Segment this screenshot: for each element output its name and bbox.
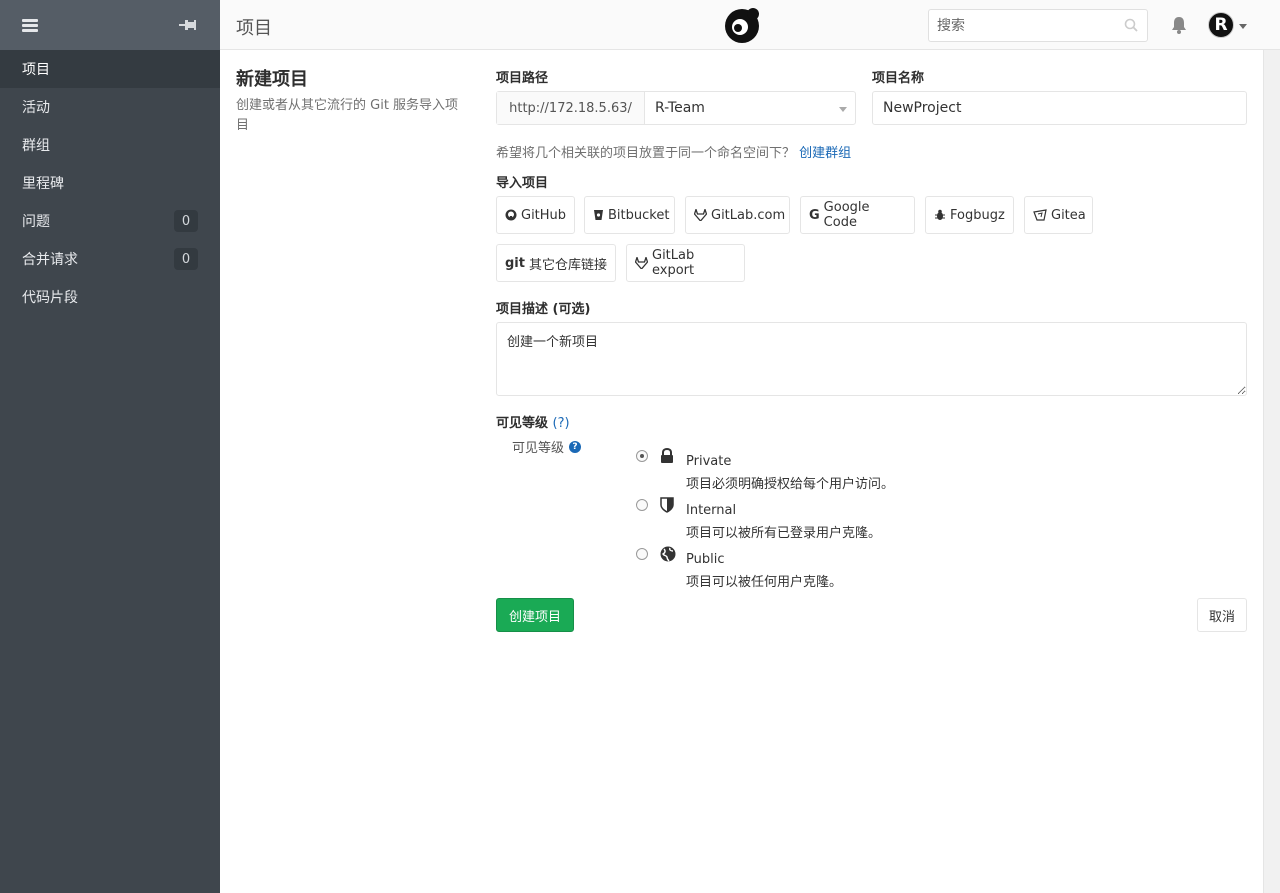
- sidebar-item-snippets[interactable]: 代码片段: [0, 278, 220, 316]
- gitlab-icon: [694, 209, 707, 221]
- import-project-label: 导入项目: [496, 176, 549, 191]
- sidebar-item-projects[interactable]: 项目: [0, 50, 220, 88]
- cancel-button[interactable]: 取消: [1197, 598, 1247, 632]
- sidebar-nav: 项目 活动 群组 里程碑 问题 0 合并请求 0 代码片段: [0, 50, 220, 316]
- create-group-link[interactable]: 创建群组: [799, 146, 851, 161]
- question-circle-icon[interactable]: ?: [569, 440, 582, 453]
- gitlab-icon: [635, 257, 648, 269]
- git-prefix-label: git: [505, 255, 525, 271]
- google-icon: G: [809, 207, 820, 223]
- public-title: Public: [686, 552, 725, 567]
- sidebar-item-label: 问题: [22, 214, 50, 230]
- hint-text: 希望将几个相关联的项目放置于同一个命名空间下？: [496, 146, 796, 161]
- sidebar-item-label: 项目: [22, 62, 50, 78]
- sidebar-item-milestones[interactable]: 里程碑: [0, 164, 220, 202]
- sidebar-item-issues[interactable]: 问题 0: [0, 202, 220, 240]
- sidebar-item-label: 合并请求: [22, 252, 78, 268]
- sidebar-item-activity[interactable]: 活动: [0, 88, 220, 126]
- chevron-down-icon[interactable]: [1239, 24, 1247, 29]
- project-path-group: http://172.18.5.63/ R-Team: [496, 91, 856, 125]
- globe-icon: [660, 546, 676, 566]
- import-gitea-label: Gitea: [1051, 207, 1086, 223]
- search-icon[interactable]: [1124, 18, 1138, 36]
- import-fogbugz-button[interactable]: Fogbugz: [925, 196, 1014, 234]
- sidebar-item-label: 群组: [22, 138, 50, 154]
- import-repo-url-button[interactable]: git 其它仓库链接: [496, 244, 616, 282]
- visibility-label-text: 可见等级: [496, 416, 549, 431]
- public-description: 项目可以被任何用户克隆。: [686, 575, 843, 590]
- create-project-button[interactable]: 创建项目: [496, 598, 574, 632]
- sidebar-item-groups[interactable]: 群组: [0, 126, 220, 164]
- namespace-select[interactable]: R-Team: [645, 92, 855, 124]
- project-name-label: 项目名称: [872, 71, 925, 86]
- sidebar-item-label: 代码片段: [22, 290, 78, 306]
- import-gitlab-com-button[interactable]: GitLab.com: [685, 196, 790, 234]
- sidebar-item-merge-requests[interactable]: 合并请求 0: [0, 240, 220, 278]
- project-name-input[interactable]: [872, 91, 1247, 125]
- project-description-label: 项目描述 (可选): [496, 302, 591, 317]
- logo-icon[interactable]: [723, 6, 761, 44]
- import-gitlab-com-label: GitLab.com: [711, 207, 786, 223]
- issues-count-badge: 0: [174, 210, 198, 232]
- import-gitea-button[interactable]: Gitea: [1024, 196, 1093, 234]
- internal-title: Internal: [686, 503, 737, 518]
- page-title: 新建项目: [236, 69, 308, 90]
- import-bitbucket-label: Bitbucket: [608, 207, 670, 223]
- search-box: [928, 9, 1148, 42]
- notification-bell-icon[interactable]: [1170, 16, 1188, 38]
- import-bitbucket-button[interactable]: Bitbucket: [584, 196, 675, 234]
- bitbucket-icon: [593, 209, 604, 221]
- lock-icon: [660, 447, 674, 468]
- import-gitlab-export-button[interactable]: GitLab export: [626, 244, 745, 282]
- project-path-label: 项目路径: [496, 71, 549, 86]
- import-fogbugz-label: Fogbugz: [950, 207, 1005, 223]
- project-description-textarea[interactable]: 创建一个新项目: [496, 322, 1247, 396]
- internal-radio[interactable]: [636, 499, 648, 511]
- header-title: 项目: [236, 18, 272, 39]
- page-scrollbar[interactable]: [1263, 50, 1280, 893]
- import-repo-url-label: 其它仓库链接: [528, 257, 607, 273]
- merge-requests-count-badge: 0: [174, 248, 198, 270]
- import-google-code-label: Google Code: [823, 200, 870, 230]
- import-google-code-button[interactable]: G Google Code: [800, 196, 915, 234]
- private-radio[interactable]: [636, 450, 648, 462]
- private-title: Private: [686, 454, 732, 469]
- sidebar-item-label: 活动: [22, 100, 50, 116]
- namespace-hint: 希望将几个相关联的项目放置于同一个命名空间下？ 创建群组: [496, 142, 851, 161]
- github-icon: [505, 209, 517, 221]
- hamburger-menu-icon[interactable]: [22, 18, 38, 32]
- visibility-sublabel: 可见等级 ?: [512, 437, 582, 456]
- sidebar: 项目 活动 群组 里程碑 问题 0 合并请求 0 代码片段: [0, 0, 220, 893]
- import-gitlab-export-label: GitLab export: [652, 248, 695, 278]
- internal-description: 项目可以被所有已登录用户克隆。: [686, 526, 882, 541]
- public-radio[interactable]: [636, 548, 648, 560]
- git-icon: git: [505, 256, 525, 271]
- avatar[interactable]: R: [1208, 12, 1234, 38]
- top-header: 项目 R: [220, 0, 1280, 50]
- search-input[interactable]: [929, 10, 1109, 41]
- chevron-down-icon: [839, 107, 847, 112]
- import-github-button[interactable]: GitHub: [496, 196, 575, 234]
- bug-icon: [934, 209, 946, 221]
- sidebar-header: [0, 0, 220, 50]
- visibility-label: 可见等级 (?): [496, 412, 570, 431]
- private-description: 项目必须明确授权给每个用户访问。: [686, 477, 895, 492]
- gitea-icon: [1033, 209, 1047, 221]
- page-description: 创建或者从其它流行的 Git 服务导入项目: [236, 98, 459, 133]
- sidebar-item-label: 里程碑: [22, 176, 64, 192]
- pin-icon[interactable]: [178, 17, 198, 33]
- namespace-value: R-Team: [655, 100, 705, 116]
- import-github-label: GitHub: [521, 207, 567, 223]
- visibility-sublabel-text: 可见等级: [512, 441, 565, 456]
- visibility-help-link[interactable]: (?): [553, 416, 570, 431]
- path-prefix: http://172.18.5.63/: [497, 92, 645, 124]
- shield-icon: [660, 497, 674, 517]
